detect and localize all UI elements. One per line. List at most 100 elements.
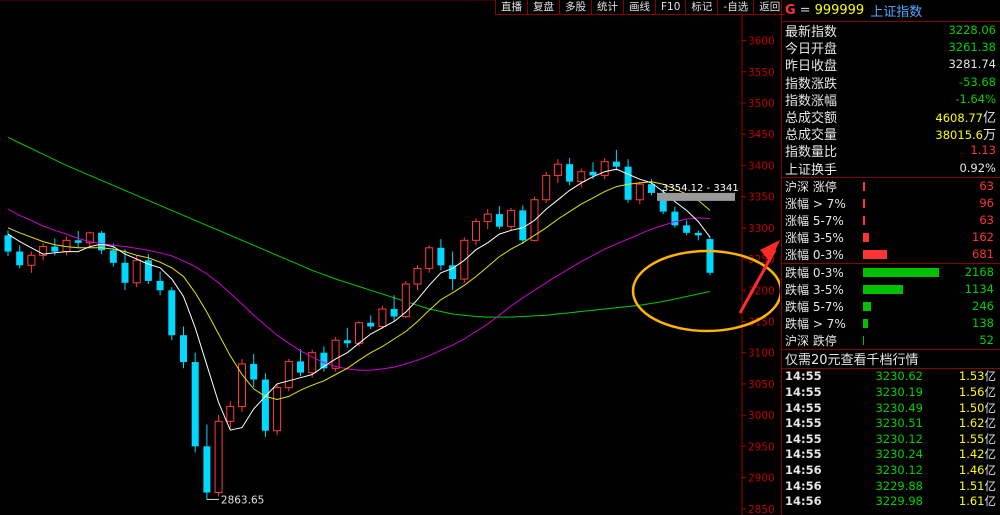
dist-label: 跌幅 0-3%: [785, 265, 844, 280]
candle: [566, 157, 574, 186]
dist-row[interactable]: 跌幅 5-7% 246: [782, 298, 1000, 315]
dist-row[interactable]: 沪深 跌停 52: [782, 332, 1000, 349]
ma-lines: [7, 168, 711, 431]
candle-body: [600, 161, 609, 176]
toolbar-button[interactable]: 多股: [559, 0, 591, 15]
index-code[interactable]: 999999: [815, 3, 865, 18]
toolbar-button[interactable]: -自选: [717, 0, 754, 15]
toolbar-button[interactable]: 标记: [685, 0, 718, 15]
candle-body: [203, 446, 211, 493]
stat-number: 1.13: [970, 143, 996, 158]
candle: [542, 171, 551, 203]
dist-row[interactable]: 跌幅 > 7% 138: [782, 315, 1000, 332]
toolbar-button[interactable]: F10: [655, 0, 686, 15]
tick-row: 14:56 3229.98 1.61亿: [782, 493, 1000, 509]
tick-volume: 1.61亿: [923, 493, 1000, 509]
candle-body: [214, 420, 223, 494]
candle: [495, 206, 503, 230]
dist-row[interactable]: 跌幅 3-5% 1134: [782, 281, 1000, 298]
stat-row: 指数量比 1.13: [785, 142, 996, 160]
tick-row: 14:55 3230.19 1.56亿: [782, 384, 1000, 400]
dist-row[interactable]: 涨幅 > 7% 96: [782, 195, 1000, 212]
y-tick-label: 3300: [748, 223, 775, 235]
stat-value: 3281.74: [948, 57, 996, 72]
dist-row[interactable]: 涨幅 0-3% 681: [782, 246, 1000, 263]
toolbar-button[interactable]: 统计: [591, 0, 623, 15]
index-stats: 最新指数 3228.06 今日开盘 3261.38 昨日收盘 3281.74 指数涨跌 -53…: [782, 22, 1000, 178]
stat-row: 今日开盘 3261.38: [785, 39, 996, 58]
candle-body: [566, 164, 574, 182]
dist-bar: [863, 198, 865, 208]
dist-label: 涨幅 > 7%: [785, 196, 846, 211]
dist-row[interactable]: 跌幅 0-3% 2168: [782, 264, 1000, 281]
tick-price: 3230.62: [875, 369, 923, 384]
tick-volume-unit: 亿: [984, 416, 997, 431]
dist-count: 2168: [964, 265, 994, 280]
candle-body: [27, 254, 36, 266]
toolbar-button[interactable]: 复盘: [527, 0, 559, 15]
candle: [612, 149, 620, 171]
candle: [401, 280, 410, 319]
stat-row: 昨日收盘 3281.74: [785, 56, 996, 74]
kline-chart[interactable]: 3650360035503500345034003350330032503200…: [0, 0, 780, 515]
candle: [635, 181, 644, 205]
quote-panel: G = 999999 上证指数 最新指数 3228.06 今日开盘 3261.38 昨日…: [781, 0, 1000, 515]
candle-body: [168, 290, 176, 336]
candle-body: [553, 163, 562, 176]
dist-row[interactable]: 沪深 涨停 63: [782, 178, 1000, 195]
tick-row: 14:56 3230.12 1.46亿: [782, 462, 1000, 478]
candle: [507, 207, 516, 231]
tick-price: 3230.12: [875, 463, 923, 478]
stat-row: 指数涨幅 -1.64%: [785, 91, 996, 109]
tick-price: 3230.24: [875, 447, 923, 462]
stat-label: 今日开盘: [785, 42, 838, 58]
index-name[interactable]: 上证指数: [870, 1, 922, 20]
dist-row[interactable]: 涨幅 3-5% 162: [782, 229, 1000, 246]
candle-body: [367, 322, 375, 327]
y-tick-label: 2900: [748, 473, 775, 485]
dist-row[interactable]: 涨幅 5-7% 63: [782, 212, 1000, 229]
dist-bar: [863, 335, 864, 345]
dist-bar: [863, 284, 903, 294]
candle-body: [74, 240, 82, 243]
stat-unit: 万: [982, 128, 996, 144]
tick-volume-unit: 亿: [984, 463, 997, 478]
stat-value: 38015.6万: [935, 124, 996, 143]
dist-count: 96: [979, 196, 994, 211]
stat-row: 总成交量 38015.6万: [785, 124, 996, 143]
candle: [308, 349, 317, 378]
candle: [250, 353, 258, 388]
tick-time: 14:55: [785, 447, 822, 462]
tick-time: 14:55: [785, 400, 822, 415]
tick-volume-number: 1.55: [958, 431, 985, 446]
stat-number: -53.68: [958, 74, 996, 89]
stat-number: 38015.6: [935, 128, 983, 143]
tick-price: 3230.12: [875, 431, 923, 446]
tick-volume: 1.53亿: [923, 368, 1000, 384]
tick-volume: 1.56亿: [923, 384, 1000, 400]
stat-value: 4608.77亿: [935, 107, 996, 126]
candle: [284, 358, 293, 392]
tick-time: 14:55: [785, 431, 822, 446]
toolbar-button[interactable]: 直播: [495, 0, 527, 15]
tick-volume: 1.46亿: [923, 462, 1000, 478]
annotations: 2863.65 3354.12 - 3341: [206, 183, 780, 506]
stat-value: 0.92%: [959, 161, 996, 176]
candle: [553, 159, 562, 183]
candle: [694, 230, 702, 241]
stat-label: 指数涨幅: [785, 93, 838, 109]
dist-bar: [863, 318, 868, 328]
dist-bar: [863, 215, 865, 225]
tick-price: 3229.88: [875, 478, 923, 493]
tick-list: 14:55 3230.62 1.53亿 14:55 3230.19 1.56亿 14:55 3…: [782, 369, 1000, 509]
candle: [168, 287, 176, 341]
level2-banner[interactable]: 仅需20元查看千档行情: [782, 348, 1000, 369]
y-tick-label: 3500: [748, 98, 775, 110]
y-tick-label: 3400: [748, 160, 775, 172]
stat-number: 3228.06: [948, 23, 996, 38]
candle-body: [16, 251, 24, 266]
candle-body: [273, 387, 282, 432]
tick-volume-unit: 亿: [984, 447, 997, 462]
toolbar-button[interactable]: 画线: [623, 0, 655, 15]
candle: [156, 271, 164, 296]
